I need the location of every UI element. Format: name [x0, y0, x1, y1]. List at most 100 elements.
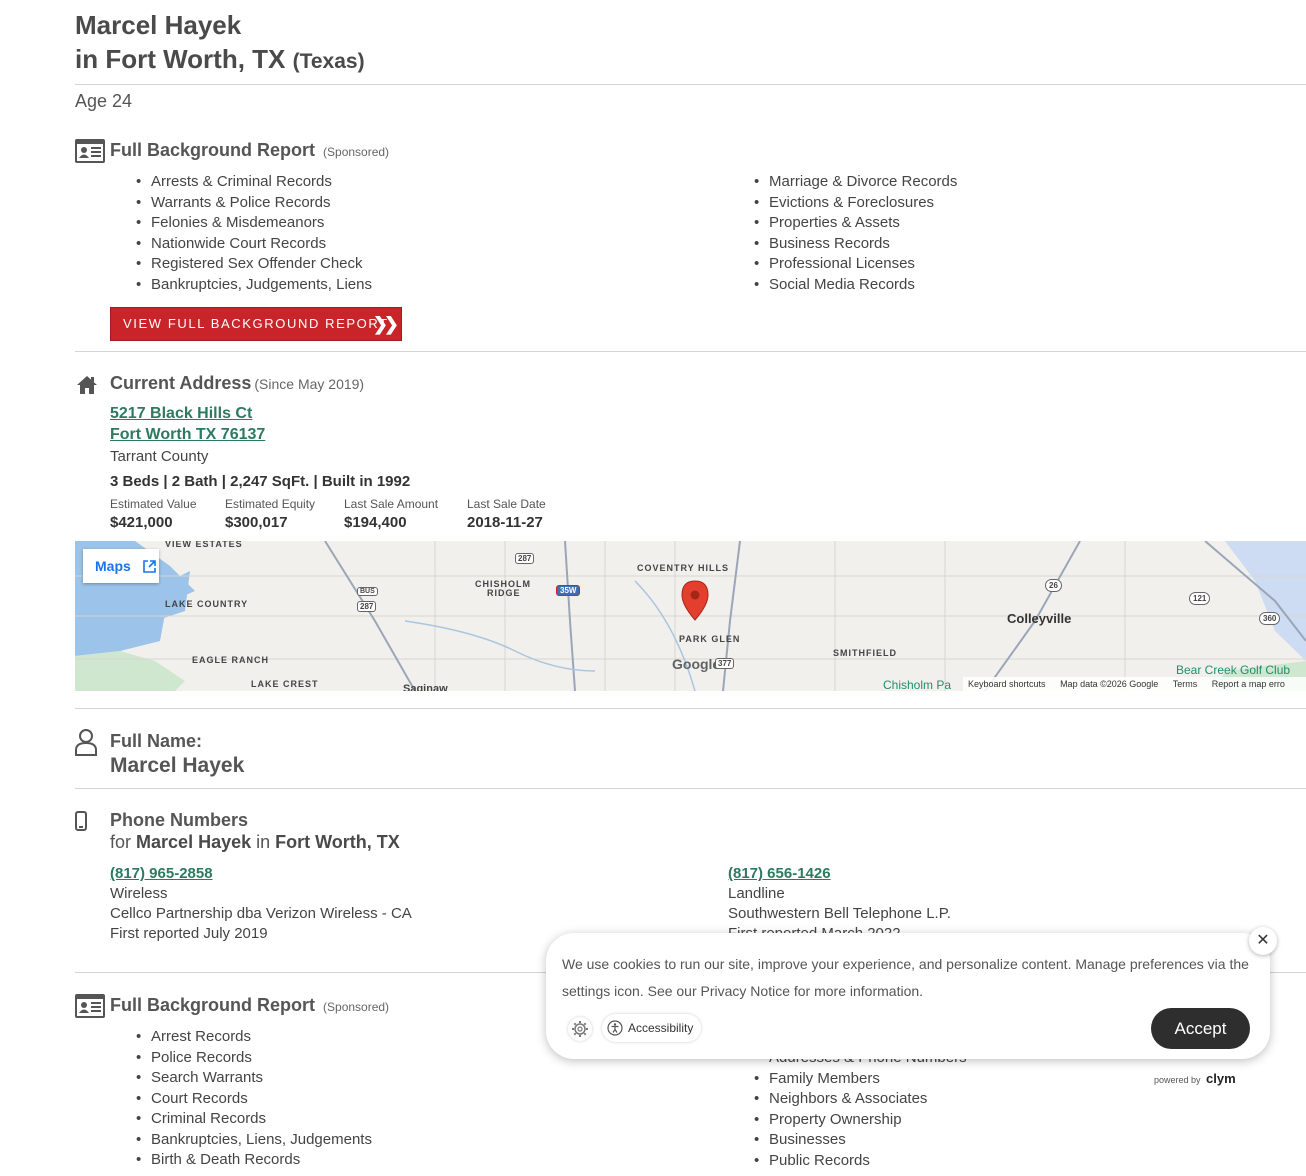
list-item: Businesses [754, 1130, 967, 1151]
gear-icon [572, 1021, 588, 1037]
stat-value: 2018-11-27 [467, 514, 543, 531]
full-name-value: Marcel Hayek [110, 754, 245, 777]
terms-link[interactable]: Terms [1173, 679, 1198, 689]
highway-shield: 26 [1045, 579, 1062, 592]
highway-shield: 360 [1259, 612, 1281, 625]
person-state: (Texas) [292, 50, 365, 73]
person-age: Age 24 [75, 91, 133, 111]
maps-button-label: Maps [95, 558, 131, 574]
list-item: Nationwide Court Records [136, 234, 372, 255]
county: Tarrant County [110, 448, 209, 465]
list-item: Business Records [754, 234, 957, 255]
list-item: Bankruptcies, Judgements, Liens [136, 275, 372, 296]
property-details: 3 Beds | 2 Bath | 2,247 SqFt. | Built in… [110, 473, 411, 490]
stat-value: $194,400 [344, 514, 407, 531]
list-item: Professional Licenses [754, 254, 957, 275]
map-label: RIDGE [487, 588, 521, 598]
phone-owner-name: Marcel Hayek [136, 832, 252, 852]
phone-entry: (817) 965-2858 Wireless Cellco Partnersh… [110, 864, 412, 944]
button-label: VIEW FULL BACKGROUND REPORT [123, 316, 389, 331]
open-in-maps-button[interactable]: Maps [83, 549, 159, 583]
list-item: Evictions & Foreclosures [754, 193, 957, 214]
list-item: Family Members [754, 1069, 967, 1090]
report-list-right: Marriage & Divorce RecordsEvictions & Fo… [754, 172, 957, 295]
list-item: Felonies & Misdemeanors [136, 213, 372, 234]
address-street-link[interactable]: 5217 Black Hills Ct [110, 405, 252, 423]
divider [75, 788, 1306, 789]
for-text: for [110, 832, 132, 852]
double-chevron-right-icon: ❯❯ [372, 314, 399, 334]
accessibility-button[interactable]: Accessibility [602, 1014, 702, 1042]
map-label: Bear Creek Golf Club [1176, 663, 1291, 677]
list-item: Bankruptcies, Liens, Judgements [136, 1130, 372, 1151]
phone-carrier: Southwestern Bell Telephone L.P. [728, 905, 951, 922]
list-item: Marriage & Divorce Records [754, 172, 957, 193]
sponsored-label: (Sponsored) [323, 145, 390, 159]
map-label: SMITHFIELD [833, 648, 897, 658]
stat-last-sale-date: Last Sale Date 2018-11-27 [467, 497, 546, 531]
report-list-left: Arrests & Criminal RecordsWarrants & Pol… [136, 172, 372, 295]
background-report-title: Full Background Report (Sponsored) [110, 995, 389, 1016]
map-data-label: Map data ©2026 Google [1060, 679, 1159, 689]
highway-shield: 35W [556, 585, 581, 596]
stat-label: Last Sale Amount [344, 497, 439, 511]
list-item: Properties & Assets [754, 213, 957, 234]
highway-shield: 287 [357, 601, 377, 612]
report-list-right: Addresses & Phone NumbersFamily MembersN… [754, 1048, 967, 1171]
list-item: Criminal Records [136, 1109, 372, 1130]
stat-label: Estimated Value [110, 497, 197, 511]
cookie-banner: We use cookies to run our site, improve … [546, 933, 1270, 1059]
person-location: in Fort Worth, TX [75, 44, 286, 74]
google-logo: Google [672, 656, 721, 672]
stat-estimated-value: Estimated Value $421,000 [110, 497, 197, 531]
phone-number-link[interactable]: (817) 965-2858 [110, 864, 412, 884]
id-card-icon [75, 994, 105, 1018]
report-list-left: Arrest RecordsPolice RecordsSearch Warra… [136, 1027, 372, 1171]
highway-shield: BUS [357, 587, 378, 596]
map-label: PARK GLEN [679, 634, 741, 644]
close-cookie-banner-button[interactable]: ✕ [1249, 927, 1277, 955]
map-label: Chisholm Pa [883, 678, 952, 691]
phone-first-reported: First reported July 2019 [110, 925, 268, 942]
highway-shield: 287 [515, 553, 535, 564]
highway-shield: 121 [1189, 592, 1211, 605]
phone-type: Landline [728, 885, 785, 902]
section-heading: Full Background Report [110, 140, 316, 160]
map-label: LAKE CREST [251, 679, 319, 689]
current-address-title: Current Address (Since May 2019) [110, 373, 364, 394]
section-heading: Full Background Report [110, 995, 316, 1015]
stat-label: Last Sale Date [467, 497, 546, 511]
divider [75, 84, 1306, 85]
report-map-error-link[interactable]: Report a map erro [1212, 679, 1285, 689]
list-item: Birth & Death Records [136, 1150, 372, 1171]
stat-label: Estimated Equity [225, 497, 316, 511]
since-label: (Since May 2019) [254, 376, 365, 392]
list-item: Arrest Records [136, 1027, 372, 1048]
stat-value: $300,017 [225, 514, 288, 531]
stat-last-sale-amount: Last Sale Amount $194,400 [344, 497, 438, 531]
phone-number-link[interactable]: (817) 656-1426 [728, 864, 951, 884]
address-city-link[interactable]: Fort Worth TX 76137 [110, 426, 265, 444]
map-label: COVENTRY HILLS [637, 563, 730, 573]
clym-logo: clym [1206, 1071, 1236, 1086]
stat-value: $421,000 [110, 514, 173, 531]
phone-numbers-title: Phone Numbers [110, 810, 249, 830]
address-map[interactable]: Maps VIEW ESTATES LAKE COUNTRY EAGLE RAN… [75, 541, 1306, 691]
cookie-settings-button[interactable] [568, 1017, 592, 1041]
in-text: in [256, 832, 271, 852]
id-card-icon [75, 139, 105, 163]
accept-cookies-button[interactable]: Accept [1151, 1008, 1250, 1049]
view-full-background-report-button[interactable]: VIEW FULL BACKGROUND REPORT ❯❯ [110, 307, 402, 341]
accessibility-icon [607, 1020, 623, 1036]
phone-carrier: Cellco Partnership dba Verizon Wireless … [110, 905, 412, 922]
keyboard-shortcuts-link[interactable]: Keyboard shortcuts [968, 679, 1046, 689]
divider [75, 351, 1306, 352]
external-link-icon [143, 560, 156, 573]
phone-subtitle: for Marcel Hayek in Fort Worth, TX [110, 832, 400, 853]
accessibility-label: Accessibility [628, 1021, 694, 1035]
list-item: Property Ownership [754, 1110, 967, 1131]
person-name: Marcel Hayek [75, 10, 242, 40]
list-item: Warrants & Police Records [136, 193, 372, 214]
person-icon [75, 729, 97, 756]
map-label: Colleyville [1007, 611, 1072, 626]
